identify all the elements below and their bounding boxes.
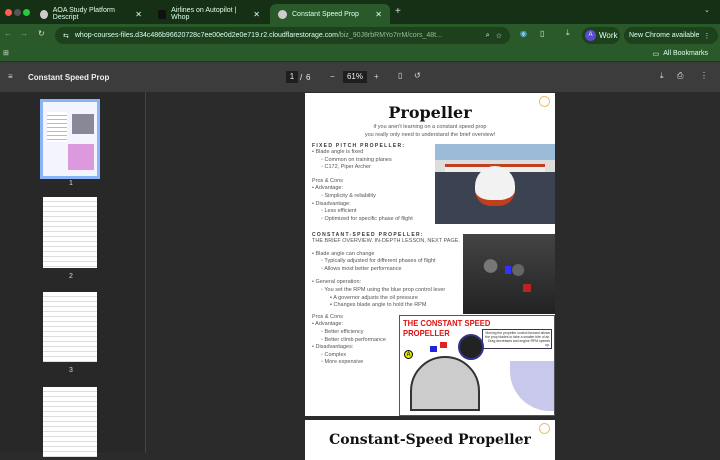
download-icon[interactable]: ⤓ [566,28,570,38]
tachometer-gauge [458,334,484,360]
bookmark-star-icon[interactable]: ☆ [496,32,502,40]
list-item: General operation: [312,279,477,287]
more-options-icon[interactable]: ⋮ [700,71,708,80]
maximize-window-button[interactable] [23,9,30,16]
pdf-page-2: Constant-Speed Propeller [305,420,555,460]
list-item: Blade angle is fixed [312,149,442,157]
page-title: Propeller [388,103,472,122]
print-icon[interactable]: ⎙ [677,71,683,81]
constant-speed-diagram: THE CONSTANT SPEED PROPELLER Moving the … [399,315,555,416]
tab-constant-speed-prop[interactable]: Constant Speed Prop ✕ [270,4,390,24]
marker-a: A [404,350,413,359]
chrome-update-button[interactable]: New Chrome available ⋮ [624,27,718,44]
search-icon[interactable]: ⌕ [486,32,490,40]
address-bar-row: ← → ↻ ⇆ whop-courses-files.d34c486b966207… [0,24,720,46]
apps-grid-icon[interactable]: ⊞ [3,49,9,57]
zoom-input[interactable]: 61% [343,71,367,83]
minimize-window-button[interactable] [14,9,21,16]
thumbnail-label: 1 [69,180,73,187]
section-subtitle: THE BRIEF OVERVIEW. IN-DEPTH LESSON, NEX… [312,238,460,244]
tab-aoa[interactable]: AOA Study Platform Descript ✕ [32,4,150,24]
close-tab-icon[interactable]: ✕ [375,10,382,19]
whop-icon [158,9,167,19]
prop-lever-knob [430,346,437,352]
logo-icon [539,423,550,434]
propeller-blade-illustration [510,361,554,411]
page-number-input[interactable]: 1 [286,71,298,83]
thumbnail-page-4[interactable] [43,387,97,457]
logo-icon [539,96,550,107]
thumbnail-page-2[interactable] [43,197,97,268]
reload-icon[interactable]: ↻ [38,29,45,38]
bookmarks-bar: ⊞ ▭ All Bookmarks [0,46,720,62]
pdf-title: Constant Speed Prop [28,73,110,82]
list-item: C172, Piper Archer [312,164,442,172]
profile-button[interactable]: A Work [582,27,620,44]
new-tab-button[interactable]: + [395,6,401,17]
throttle-quadrant-illustration [410,356,480,411]
mixture-lever-knob [440,342,447,348]
close-tab-icon[interactable]: ✕ [135,10,142,19]
subtitle: if you aren't learning on a constant spe… [373,124,487,130]
cockpit-photo [463,234,555,314]
sidebar-menu-icon[interactable]: ≡ [8,72,13,81]
zoom-in-button[interactable]: + [374,72,379,81]
zoom-out-button[interactable]: − [330,72,335,81]
list-item: Less efficient [312,208,442,216]
list-item: A governor adjusts the oil pressure [312,295,477,303]
thumbnail-label: 2 [69,273,73,280]
url-input[interactable]: ⇆ whop-courses-files.d34c486b96620728c7ee… [55,27,510,44]
list-item: Advantage: [312,185,442,193]
extensions-puzzle-icon[interactable]: ▯ [540,29,544,38]
list-item: You set the RPM using the blue prop cont… [312,287,477,295]
thumbnail-sidebar: 1 2 3 [0,92,146,457]
pdf-toolbar: ≡ Constant Speed Prop 1 / 6 − 61% + ▯ ↺ … [0,62,720,92]
download-icon[interactable]: ⤓ [660,71,664,81]
all-bookmarks-button[interactable]: ▭ All Bookmarks [653,50,708,58]
menu-kebab-icon[interactable]: ⋮ [703,32,710,40]
extension-icon[interactable]: ◉ [520,29,527,38]
back-icon[interactable]: ← [4,29,12,38]
fit-page-icon[interactable]: ▯ [398,71,402,80]
subtitle: you really only need to understand the b… [364,131,496,138]
diagram-note: Moving the propeller control forward all… [482,329,552,349]
list-item: Changes blade angle to hold the RPM [312,302,477,310]
close-tab-icon[interactable]: ✕ [253,10,260,19]
close-window-button[interactable] [5,9,12,16]
folder-icon: ▭ [652,51,660,58]
pdf-page-1: Propeller if you aren't learning on a co… [305,93,555,416]
list-item: Blade angle can change [312,251,477,259]
list-item: Simplicity & reliability [312,193,442,201]
list-item: Typically adjusted for different phases … [312,258,477,266]
list-item: Common on training planes [312,157,442,165]
tab-bar: AOA Study Platform Descript ✕ Airlines on… [0,0,720,24]
list-item: Disadvantage: [312,201,442,209]
list-item: Allows most better performance [312,266,477,274]
airplane-photo [435,144,555,224]
total-pages: 6 [306,73,311,82]
tab-whop[interactable]: Airlines on Autopilot | Whop ✕ [150,4,268,24]
page-separator: / [300,73,303,82]
page-title: Constant-Speed Propeller [329,432,531,448]
forward-icon[interactable]: → [20,29,28,38]
site-info-icon[interactable]: ⇆ [63,32,69,40]
globe-icon [278,9,287,19]
rotate-icon[interactable]: ↺ [414,71,421,80]
thumbnail-page-1[interactable] [40,99,100,179]
globe-icon [40,9,48,19]
list-item: Optimized for specific phase of flight [312,216,442,224]
thumbnail-page-3[interactable] [43,292,97,362]
thumbnail-label: 3 [69,367,73,374]
pros-cons-label: Pros & Cons [312,177,343,184]
tab-search-button[interactable]: ⌄ [704,6,710,14]
